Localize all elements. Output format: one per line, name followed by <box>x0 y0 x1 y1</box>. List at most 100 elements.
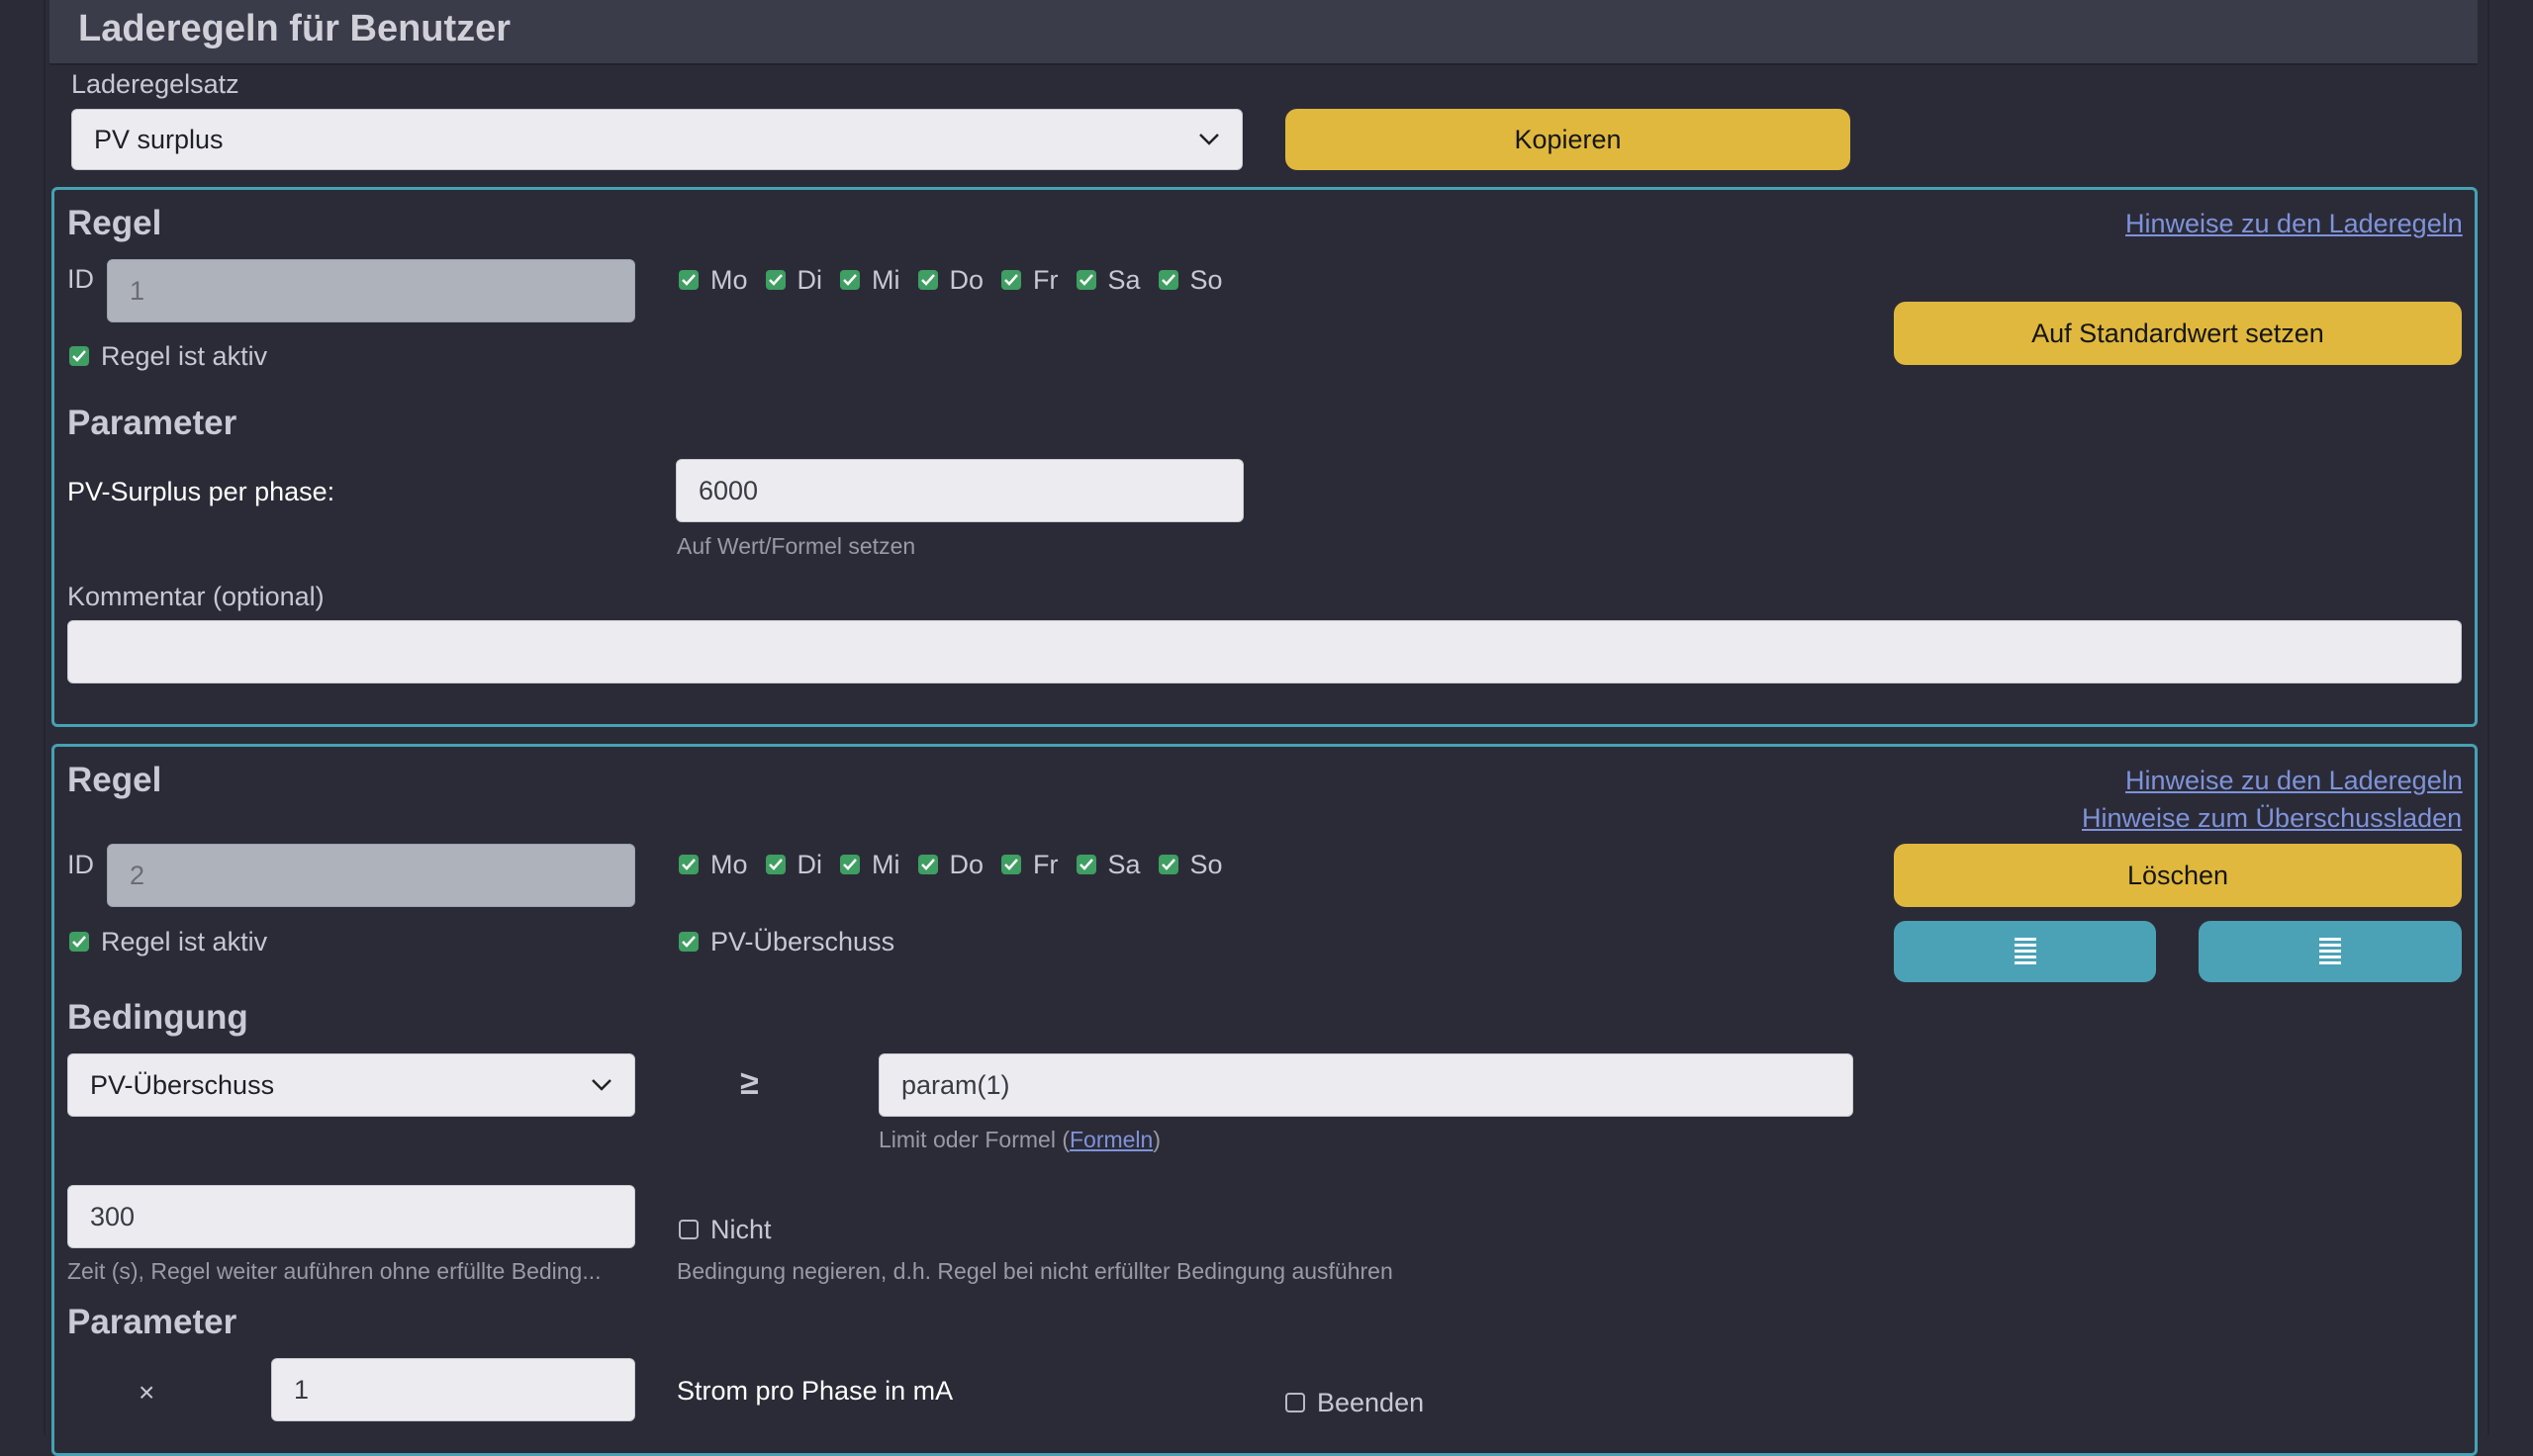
multiply-icon: × <box>139 1377 155 1408</box>
ruleset-select[interactable]: PV surplus <box>71 109 1243 170</box>
time-hint: Zeit (s), Regel weiter auführen ohne erf… <box>67 1258 602 1284</box>
active-label: Regel ist aktiv <box>101 341 268 371</box>
comment-input[interactable] <box>67 620 2462 683</box>
chevron-down-icon <box>1199 134 1219 145</box>
check-icon <box>1158 270 1178 290</box>
check-icon <box>1158 855 1178 874</box>
operator-symbol: ≥ <box>740 1064 759 1102</box>
weekday-label: Do <box>949 850 985 879</box>
weekday-label: Mi <box>872 265 900 295</box>
weekday-checkbox-di[interactable]: Di <box>765 263 823 297</box>
copy-button[interactable]: Kopieren <box>1285 109 1850 170</box>
check-icon <box>840 270 861 290</box>
weekday-label: Mo <box>710 265 748 295</box>
check-icon <box>1001 270 1022 290</box>
weekday-checkbox-so[interactable]: So <box>1158 848 1223 881</box>
delete-button[interactable]: Löschen <box>1894 844 2462 907</box>
rule-1-hint-link[interactable]: Hinweise zu den Laderegeln <box>2125 207 2463 240</box>
rule-1-title: Regel <box>67 204 162 242</box>
condition-hint-text: Limit oder Formel ( <box>879 1127 1070 1152</box>
rule-2-param-input[interactable]: 1 <box>271 1358 635 1421</box>
rule-1-weekdays: Mo Di Mi Do Fr Sa So <box>679 263 1223 297</box>
negate-checkbox[interactable]: Nicht <box>679 1213 772 1246</box>
weekday-checkbox-mi[interactable]: Mi <box>840 263 900 297</box>
pv-surplus-label: PV-Überschuss <box>710 927 895 956</box>
rule-1-param-input[interactable]: 6000 <box>676 459 1244 522</box>
weekday-label: Fr <box>1033 265 1059 295</box>
weekday-checkbox-so[interactable]: So <box>1158 263 1223 297</box>
move-down-button[interactable] <box>2199 921 2462 982</box>
weekday-checkbox-di[interactable]: Di <box>765 848 823 881</box>
rule-2-id-field[interactable]: 2 <box>107 844 635 907</box>
check-icon <box>679 270 699 290</box>
weekday-checkbox-mo[interactable]: Mo <box>679 263 748 297</box>
check-icon <box>679 855 699 874</box>
weekday-label: Fr <box>1033 850 1059 879</box>
rule-2-hint-link[interactable]: Hinweise zu den Laderegeln <box>2125 764 2463 797</box>
weekday-label: Di <box>797 265 823 295</box>
check-icon <box>765 855 786 874</box>
weekday-checkbox-sa[interactable]: Sa <box>1076 848 1141 881</box>
negate-hint: Bedingung negieren, d.h. Regel bei nicht… <box>677 1258 1393 1284</box>
weekday-label: Mo <box>710 850 748 879</box>
page-title: Laderegeln für Benutzer <box>78 8 512 49</box>
checkbox-box <box>679 1220 699 1239</box>
ruleset-label: Laderegelsatz <box>71 69 239 99</box>
rule-2-param-label: Strom pro Phase in mA <box>677 1376 954 1406</box>
weekday-checkbox-fr[interactable]: Fr <box>1001 263 1059 297</box>
condition-value-input[interactable]: param(1) <box>879 1053 1853 1117</box>
list-icon <box>2319 938 2341 964</box>
check-icon <box>917 270 938 290</box>
rule-1-id-field[interactable]: 1 <box>107 259 635 322</box>
check-icon <box>69 346 89 366</box>
list-icon <box>2014 938 2036 964</box>
weekday-checkbox-do[interactable]: Do <box>917 263 985 297</box>
rule-2-id-label: ID <box>67 850 94 879</box>
surplus-hint-link[interactable]: Hinweise zum Überschussladen <box>2082 801 2462 835</box>
comment-label: Kommentar (optional) <box>67 582 325 611</box>
weekday-label: Di <box>797 850 823 879</box>
rule-1-id-label: ID <box>67 264 94 294</box>
rule-2-weekdays: Mo Di Mi Do Fr Sa So <box>679 848 1223 881</box>
weekday-label: Do <box>949 265 985 295</box>
check-icon <box>1001 855 1022 874</box>
pv-surplus-checkbox[interactable]: PV-Überschuss <box>679 925 894 958</box>
condition-select[interactable]: PV-Überschuss <box>67 1053 635 1117</box>
check-icon <box>765 270 786 290</box>
weekday-checkbox-do[interactable]: Do <box>917 848 985 881</box>
rule-1-param-hint: Auf Wert/Formel setzen <box>677 533 916 559</box>
weekday-checkbox-fr[interactable]: Fr <box>1001 848 1059 881</box>
formulas-link[interactable]: Formeln <box>1070 1127 1153 1152</box>
weekday-label: Sa <box>1107 850 1141 879</box>
check-icon <box>679 932 699 952</box>
condition-select-value: PV-Überschuss <box>90 1069 275 1100</box>
check-icon <box>840 855 861 874</box>
stop-label: Beenden <box>1317 1388 1425 1417</box>
rule-1-active-checkbox[interactable]: Regel ist aktiv <box>69 339 267 373</box>
rule-2-active-checkbox[interactable]: Regel ist aktiv <box>69 925 267 958</box>
weekday-label: Mi <box>872 850 900 879</box>
rule-2-title: Regel <box>67 761 162 799</box>
rule-1-parameter-title: Parameter <box>67 404 237 442</box>
check-icon <box>1076 270 1096 290</box>
check-icon <box>917 855 938 874</box>
checkbox-box <box>1285 1393 1305 1412</box>
reset-default-button[interactable]: Auf Standardwert setzen <box>1894 302 2462 365</box>
rule-2-parameter-title: Parameter <box>67 1303 237 1341</box>
active-label: Regel ist aktiv <box>101 927 268 956</box>
weekday-label: So <box>1189 850 1223 879</box>
weekday-checkbox-sa[interactable]: Sa <box>1076 263 1141 297</box>
weekday-label: So <box>1189 265 1223 295</box>
stop-checkbox[interactable]: Beenden <box>1285 1386 1424 1419</box>
check-icon <box>1076 855 1096 874</box>
time-input[interactable]: 300 <box>67 1185 635 1248</box>
weekday-checkbox-mo[interactable]: Mo <box>679 848 748 881</box>
weekday-checkbox-mi[interactable]: Mi <box>840 848 900 881</box>
chevron-down-icon <box>592 1079 611 1091</box>
check-icon <box>69 932 89 952</box>
ruleset-select-value: PV surplus <box>94 124 224 154</box>
condition-hint: Limit oder Formel (Formeln) <box>879 1125 1161 1154</box>
rule-1-param-label: PV-Surplus per phase: <box>67 477 335 506</box>
condition-title: Bedingung <box>67 998 248 1037</box>
move-up-button[interactable] <box>1894 921 2156 982</box>
